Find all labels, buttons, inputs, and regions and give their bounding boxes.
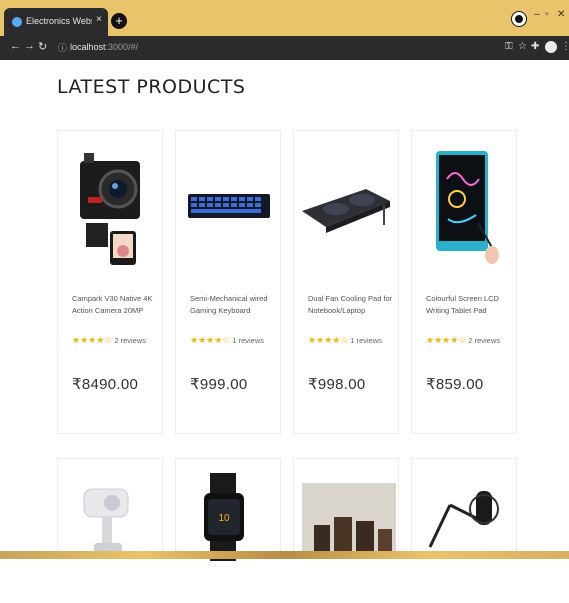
browser-toolbar: ← → ↻ ⓘ localhost:3000/#/ ⚿ ☆ ✚ ⋮	[0, 36, 569, 60]
product-name[interactable]: Campark V30 Native 4K Action Camera 20MP	[72, 293, 158, 317]
tab-title: Electronics Websites	[26, 16, 92, 26]
product-name[interactable]: Semi-Mechanical wired Gaming Keyboard	[190, 293, 276, 317]
svg-text:10: 10	[218, 513, 230, 524]
review-count: 1 reviews	[232, 336, 265, 345]
review-count: 2 reviews	[114, 336, 147, 345]
product-card[interactable]	[57, 458, 163, 559]
review-count: 1 reviews	[350, 336, 383, 345]
key-icon[interactable]: ⚿	[505, 41, 513, 52]
webcam-image[interactable]	[58, 473, 162, 603]
product-card[interactable]: 10	[175, 458, 281, 561]
product-rating: ★★★★☆ 1 reviews	[190, 335, 264, 346]
profile-avatar[interactable]	[545, 41, 557, 53]
extensions-icon[interactable]: ✚	[531, 41, 539, 52]
product-card[interactable]: Colourful Screen LCD Writing Tablet Pad …	[411, 130, 517, 434]
product-card[interactable]	[411, 458, 517, 559]
star-bookmark-icon[interactable]: ☆	[518, 41, 527, 52]
review-count: 2 reviews	[468, 336, 501, 345]
microphone-arm-image[interactable]	[412, 473, 516, 603]
forward-button[interactable]: →	[24, 40, 35, 52]
product-rating: ★★★★☆ 2 reviews	[72, 335, 146, 346]
site-info-icon[interactable]: ⓘ	[58, 41, 67, 54]
product-card[interactable]: Campark V30 Native 4K Action Camera 20MP…	[57, 130, 163, 434]
new-tab-button[interactable]: +	[111, 13, 127, 29]
favicon-icon	[12, 17, 22, 27]
writing-tablet-image[interactable]	[412, 139, 516, 269]
back-button[interactable]: ←	[10, 40, 21, 52]
close-window-button[interactable]: ✕	[557, 9, 565, 20]
product-rating: ★★★★☆ 2 reviews	[426, 335, 500, 346]
speakers-image[interactable]	[294, 473, 398, 603]
url-text[interactable]: localhost:3000/#/	[70, 42, 138, 52]
action-camera-image[interactable]	[58, 139, 162, 269]
address-bar[interactable]: ⓘ localhost:3000/#/	[54, 40, 494, 56]
browser-titlebar: Electronics Websites × + – ▫ ✕	[0, 0, 569, 36]
product-card[interactable]: Semi-Mechanical wired Gaming Keyboard ★★…	[175, 130, 281, 434]
account-icon[interactable]	[512, 12, 526, 26]
product-card[interactable]: Dual Fan Cooling Pad for Notebook/Laptop…	[293, 130, 399, 434]
rating-stars: ★★★★☆	[190, 335, 231, 345]
tab-close-icon[interactable]: ×	[96, 14, 102, 25]
page-heading: LATEST PRODUCTS	[57, 76, 246, 98]
taskbar-strip	[0, 551, 569, 559]
product-name[interactable]: Colourful Screen LCD Writing Tablet Pad	[426, 293, 512, 317]
minimize-button[interactable]: –	[534, 9, 540, 20]
maximize-button[interactable]: ▫	[545, 9, 549, 20]
rating-stars: ★★★★☆	[308, 335, 349, 345]
menu-icon[interactable]: ⋮	[561, 41, 569, 52]
product-price: ₹8490.00	[72, 376, 139, 393]
keyboard-image[interactable]	[176, 139, 280, 269]
product-card[interactable]	[293, 458, 399, 559]
browser-tab[interactable]: Electronics Websites ×	[4, 8, 108, 36]
smartwatch-image[interactable]: 10	[176, 473, 280, 603]
product-rating: ★★★★☆ 1 reviews	[308, 335, 382, 346]
rating-stars: ★★★★☆	[426, 335, 467, 345]
product-price: ₹998.00	[308, 376, 366, 393]
reload-button[interactable]: ↻	[38, 40, 47, 53]
rating-stars: ★★★★☆	[72, 335, 113, 345]
product-price: ₹859.00	[426, 376, 484, 393]
product-price: ₹999.00	[190, 376, 248, 393]
product-name[interactable]: Dual Fan Cooling Pad for Notebook/Laptop	[308, 293, 394, 317]
page-content: LATEST PRODUCTS Campark V30 Native 4K Ac…	[0, 60, 569, 561]
cooling-pad-image[interactable]	[294, 139, 398, 269]
